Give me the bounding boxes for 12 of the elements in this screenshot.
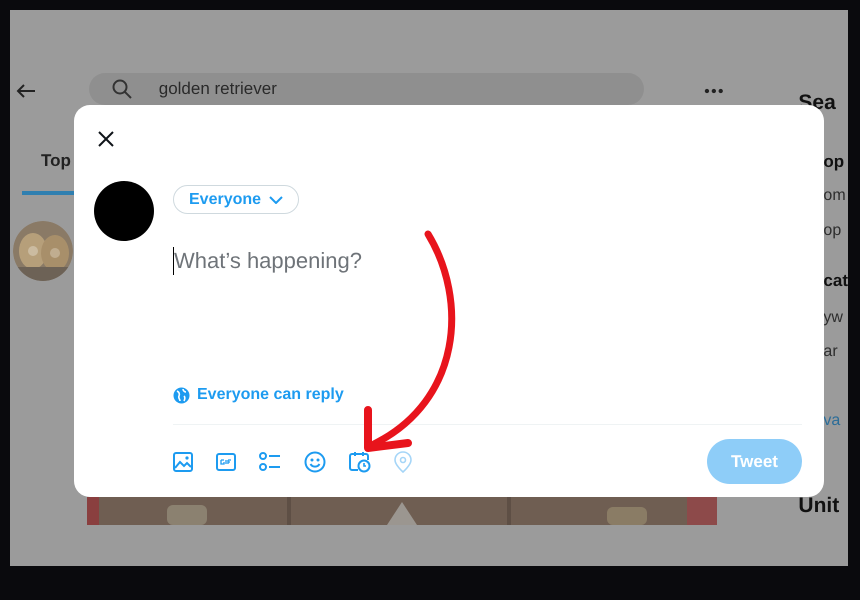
audience-button[interactable]: Everyone <box>173 185 300 214</box>
sidebar-link[interactable]: va <box>823 411 840 431</box>
tweet-input[interactable]: What’s happening? <box>173 246 433 276</box>
sidebar-heading: Unit <box>798 496 840 516</box>
sidebar-heading: op <box>823 152 844 172</box>
search-field[interactable]: golden retriever <box>88 73 644 105</box>
sidebar-text: om <box>823 186 846 206</box>
sidebar-text: yw <box>823 308 843 328</box>
sidebar-text: op <box>823 221 842 241</box>
sidebar-heading: cat <box>823 271 848 291</box>
sidebar-text: ar <box>823 342 838 362</box>
reply-setting-link[interactable]: Everyone can reply <box>173 386 344 404</box>
